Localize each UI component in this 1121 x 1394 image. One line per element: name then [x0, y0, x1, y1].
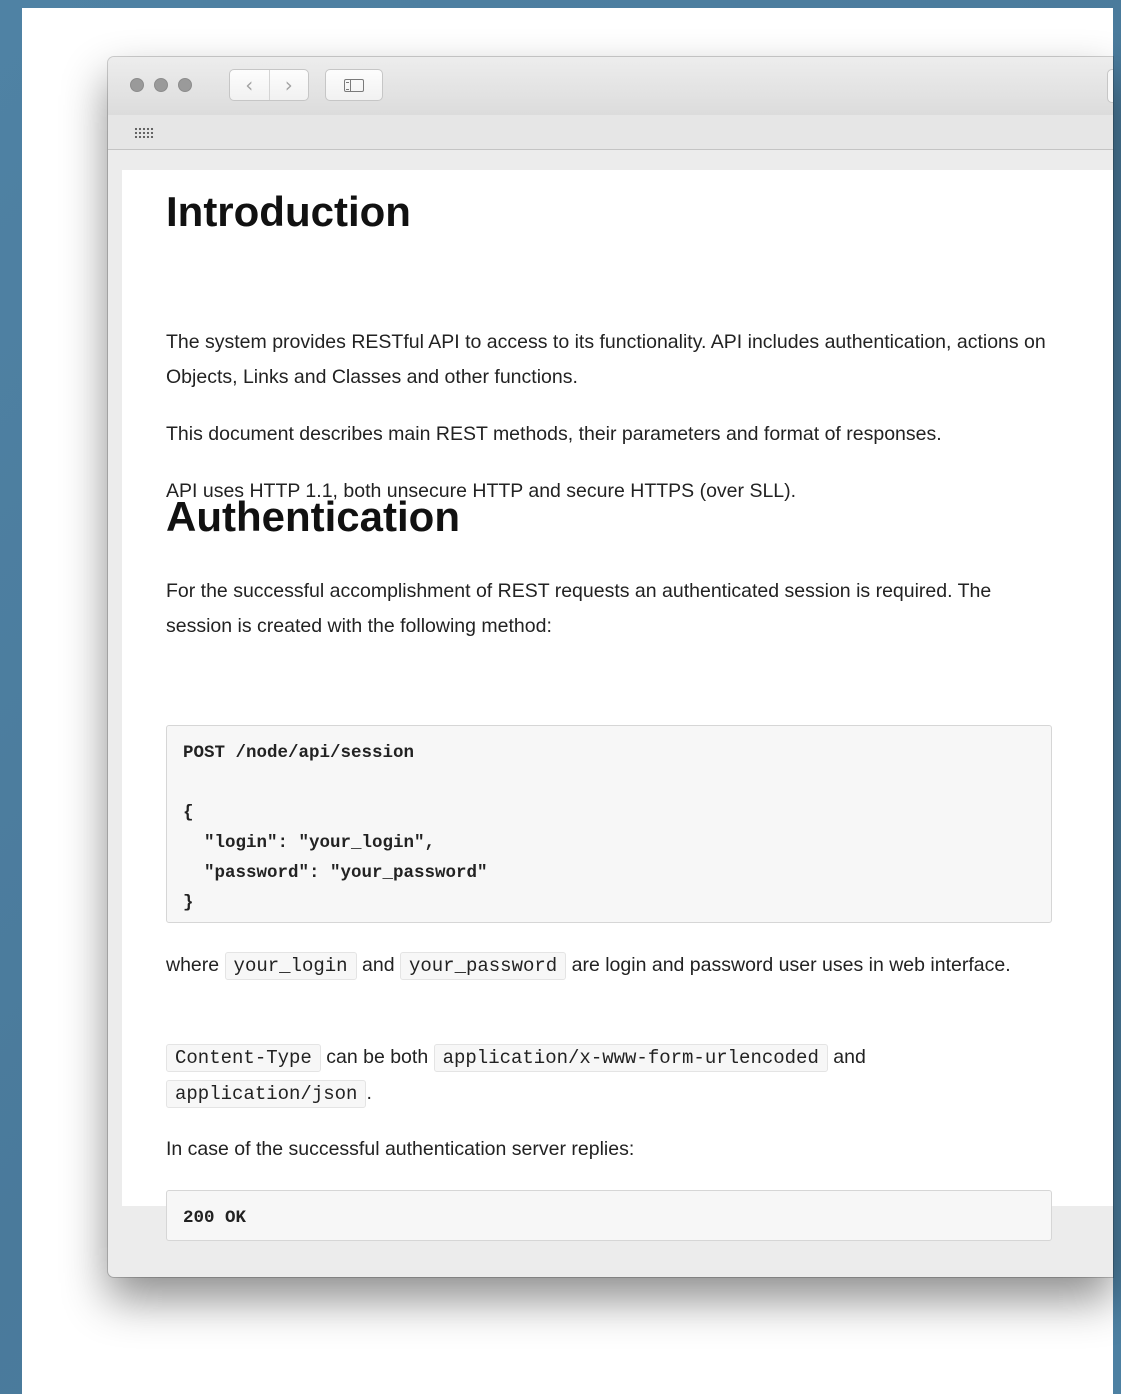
- browser-titlebar: ‹ ›: [108, 57, 1113, 116]
- code-block-session-request: POST /node/api/session { "login": "your_…: [166, 725, 1052, 923]
- close-icon[interactable]: [130, 78, 144, 92]
- inline-code-password: your_password: [399, 952, 567, 980]
- code-block-response: 200 OK: [166, 1190, 1052, 1241]
- sidebar-icon: [344, 78, 364, 92]
- zoom-icon[interactable]: [178, 78, 192, 92]
- inline-code-content-type: Content-Type: [166, 1044, 321, 1072]
- auth-paragraph-4: In case of the successful authentication…: [166, 1138, 635, 1160]
- browser-window: ‹ › Introduction The system provides RES…: [108, 57, 1113, 1277]
- inline-code-json: application/json: [166, 1080, 367, 1108]
- favorites-bar: [108, 115, 1113, 150]
- forward-arrow-icon[interactable]: ›: [268, 70, 309, 100]
- text: where: [166, 954, 220, 976]
- text: can be both: [326, 1046, 429, 1068]
- inline-code-login: your_login: [224, 952, 357, 980]
- heading-authentication: Authentication: [166, 493, 460, 540]
- sidebar-toggle-button[interactable]: [325, 69, 383, 101]
- auth-paragraph-1: For the successful accomplishment of RES…: [166, 580, 992, 637]
- text: are login and password user uses in web …: [571, 954, 1011, 976]
- text: and: [833, 1046, 866, 1068]
- text: and: [362, 954, 395, 976]
- navigation-buttons: ‹ ›: [229, 69, 309, 101]
- apps-grid-icon[interactable]: [134, 127, 154, 138]
- page-content: Introduction The system provides RESTful…: [122, 170, 1113, 1241]
- inline-code-urlencoded: application/x-www-form-urlencoded: [433, 1044, 828, 1072]
- heading-introduction: Introduction: [166, 188, 411, 235]
- auth-paragraph-2: where your_login and your_password are l…: [166, 948, 1056, 984]
- intro-paragraph-1: The system provides RESTful API to acces…: [166, 331, 1046, 388]
- intro-paragraph-2: This document describes main REST method…: [166, 423, 942, 445]
- auth-paragraph-3: Content-Type can be both application/x-w…: [166, 1040, 1056, 1112]
- minimize-icon[interactable]: [154, 78, 168, 92]
- text: .: [366, 1082, 372, 1104]
- address-bar[interactable]: [1107, 69, 1113, 103]
- back-arrow-icon[interactable]: ‹: [230, 70, 269, 100]
